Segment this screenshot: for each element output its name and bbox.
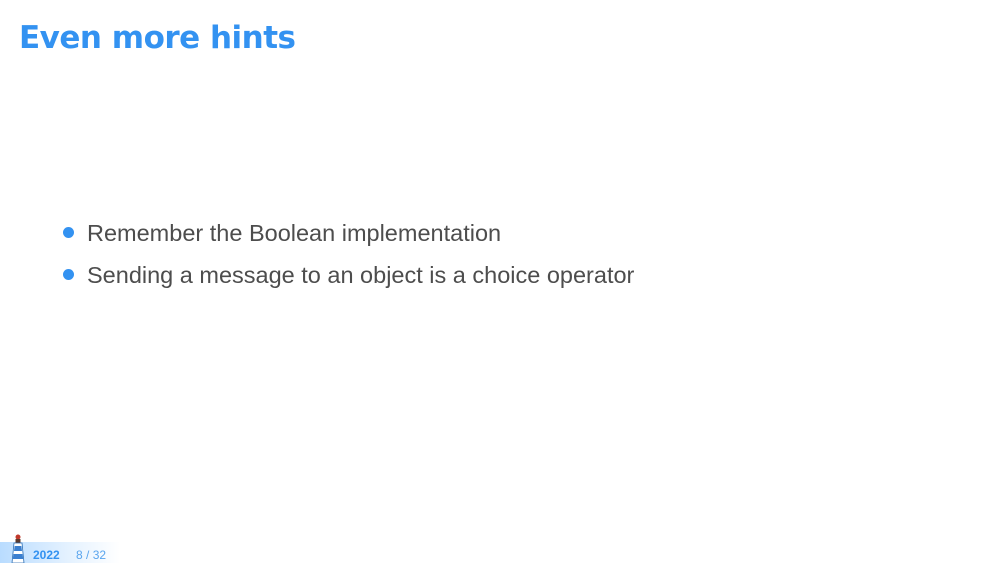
slide-title: Even more hints: [19, 20, 296, 56]
bullet-dot-icon: [63, 227, 74, 238]
bullet-list: Remember the Boolean implementation Send…: [60, 214, 634, 298]
lighthouse-icon: [11, 534, 25, 563]
page-separator: /: [86, 548, 90, 562]
slide-footer: 2022 8 / 32: [0, 533, 1000, 563]
page-total: 32: [92, 548, 107, 562]
page-number: 8 / 32: [76, 548, 106, 562]
bullet-dot-icon: [63, 269, 74, 280]
bullet-item: Sending a message to an object is a choi…: [60, 256, 634, 298]
footer-year: 2022: [33, 548, 60, 562]
bullet-item: Remember the Boolean implementation: [60, 214, 634, 256]
bullet-text: Remember the Boolean implementation: [87, 220, 502, 246]
bullet-text: Sending a message to an object is a choi…: [87, 262, 635, 288]
page-current: 8: [76, 548, 83, 562]
